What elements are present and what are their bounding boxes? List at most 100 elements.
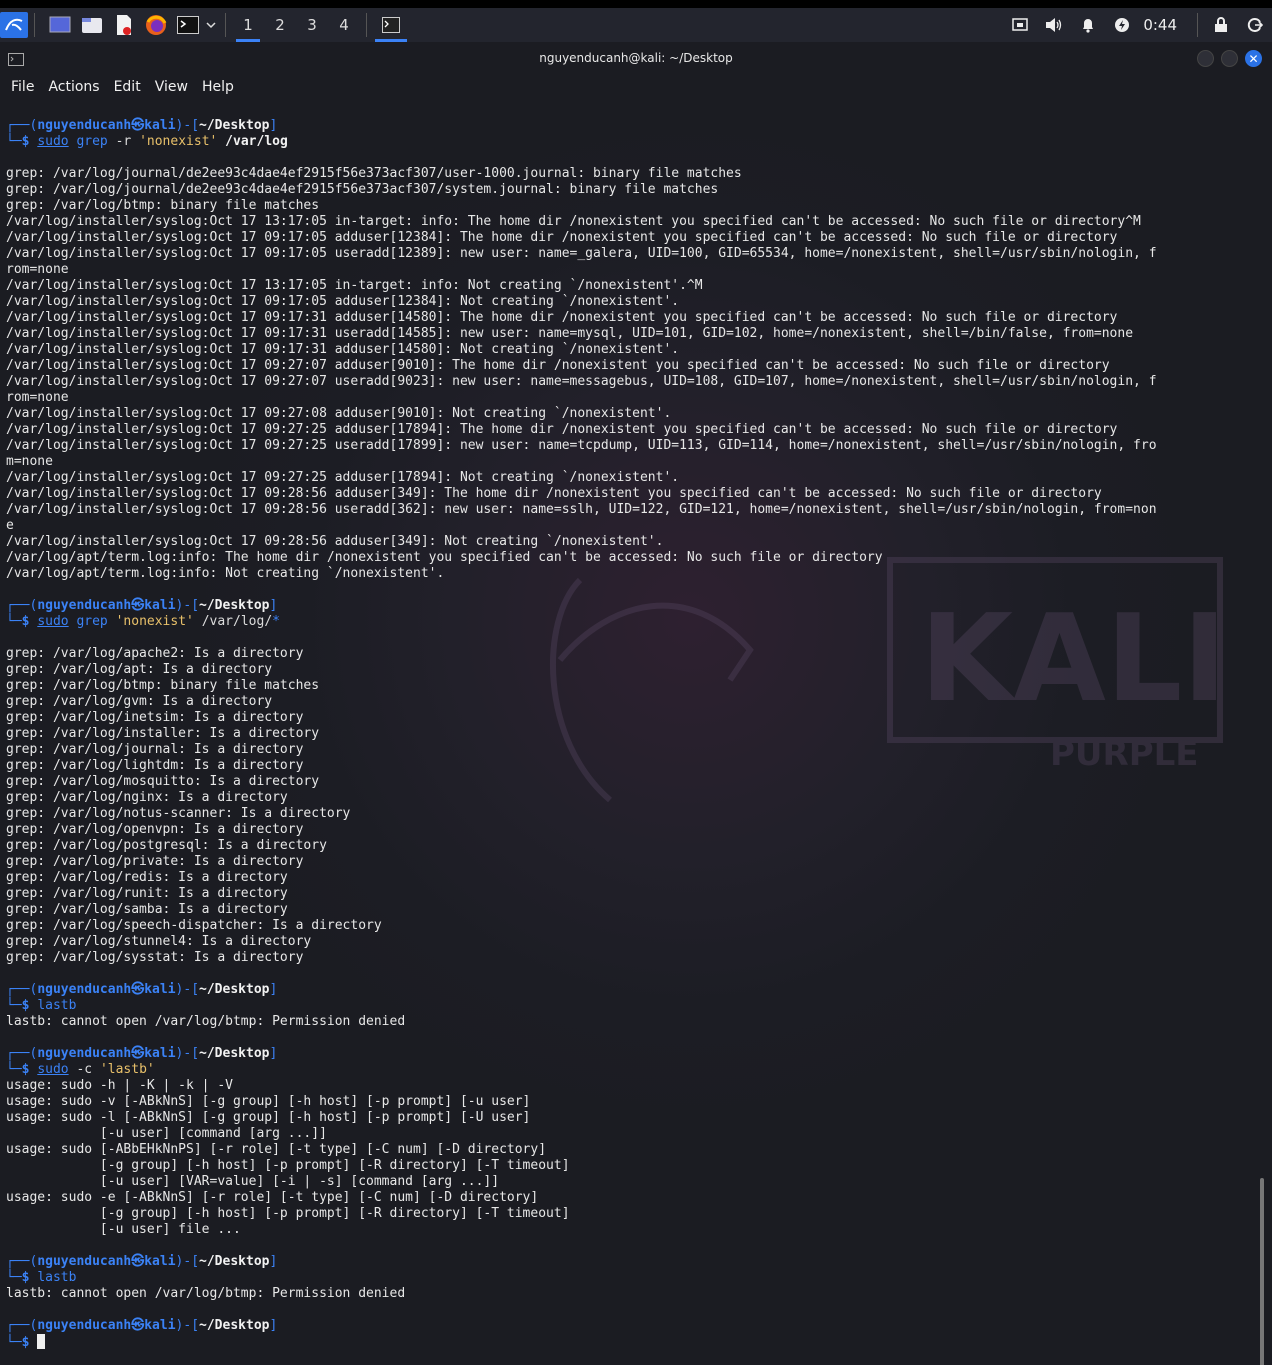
- workspace-1[interactable]: 1: [232, 8, 264, 42]
- firefox-icon[interactable]: [143, 12, 169, 38]
- output-line: /var/log/installer/syslog:Oct 17 09:27:0…: [6, 406, 672, 421]
- prompt-frame: ┌──(: [6, 118, 38, 133]
- menu-view[interactable]: View: [148, 79, 195, 95]
- prompt-frame: ]: [269, 118, 278, 133]
- output-line: usage: sudo -h | -K | -k | -V: [6, 1078, 233, 1093]
- output-line: grep: /var/log/journal/de2ee93c4dae4ef29…: [6, 166, 742, 181]
- output-line: grep: /var/log/sysstat: Is a directory: [6, 950, 304, 965]
- maximize-button[interactable]: [1221, 50, 1238, 67]
- taskbar-terminal[interactable]: [373, 8, 409, 42]
- window-titlebar[interactable]: nguyenducanh@kali: ~/Desktop ✕: [0, 42, 1272, 74]
- clock[interactable]: 0:44: [1143, 16, 1177, 34]
- output-line: [-g group] [-h host] [-p prompt] [-R dir…: [6, 1158, 570, 1173]
- chevron-down-icon[interactable]: [203, 12, 219, 38]
- output-line: rom=none: [6, 390, 69, 405]
- prompt-user-host: nguyenducanh㉿kali: [37, 1046, 176, 1061]
- prompt-frame: )-[: [175, 1046, 200, 1061]
- command-name: lastb: [37, 998, 77, 1013]
- output-line: /var/log/installer/syslog:Oct 17 09:27:2…: [6, 470, 680, 485]
- output-line: m=none: [6, 454, 53, 469]
- prompt-user-host: nguyenducanh㉿kali: [37, 598, 176, 613]
- prompt-frame: └─: [6, 1335, 22, 1350]
- prompt-frame: )-[: [175, 1254, 200, 1269]
- lock-icon[interactable]: [1204, 17, 1238, 33]
- prompt-line: ┌──(nguyenducanh㉿kali)-[~/Desktop]: [6, 118, 1186, 134]
- prompt-frame: ]: [269, 1046, 278, 1061]
- scrollbar[interactable]: [1260, 1178, 1264, 1365]
- panel-separator: [1197, 13, 1198, 37]
- minimize-button[interactable]: [1197, 50, 1214, 67]
- prompt-line: ┌──(nguyenducanh㉿kali)-[~/Desktop]: [6, 598, 1186, 614]
- logout-icon[interactable]: [1238, 17, 1272, 33]
- menu-file[interactable]: File: [4, 79, 41, 95]
- close-button[interactable]: ✕: [1245, 50, 1262, 67]
- output-line: rom=none: [6, 262, 69, 277]
- menu-actions[interactable]: Actions: [41, 79, 106, 95]
- command-name: sudo: [37, 134, 69, 149]
- terminal-area[interactable]: KALI PURPLE ┌──(nguyenducanh㉿kali)-[~/De…: [0, 100, 1272, 1365]
- output-line: /var/log/apt/term.log:info: Not creating…: [6, 566, 445, 581]
- panel-separator: [366, 13, 367, 37]
- power-icon[interactable]: [1105, 17, 1139, 33]
- prompt-user-host: nguyenducanh㉿kali: [37, 1254, 176, 1269]
- desktop-icon[interactable]: [47, 12, 73, 38]
- prompt-dollar: $: [21, 1270, 38, 1285]
- prompt-frame: └─: [6, 134, 22, 149]
- prompt-dollar: $: [21, 614, 38, 629]
- prompt-dollar: $: [21, 1335, 38, 1350]
- output-line: grep: /var/log/installer: Is a directory: [6, 726, 320, 741]
- kali-menu-icon[interactable]: [0, 12, 28, 38]
- output-line: grep: /var/log/inetsim: Is a directory: [6, 710, 304, 725]
- network-icon[interactable]: [1003, 18, 1037, 32]
- command-name: lastb: [37, 1270, 77, 1285]
- output-line: /var/log/installer/syslog:Oct 17 09:17:3…: [6, 326, 1134, 341]
- prompt-directory: ~/Desktop: [199, 1318, 270, 1333]
- prompt-dollar: $: [21, 134, 38, 149]
- prompt-frame: └─: [6, 614, 22, 629]
- top-panel: 1 2 3 4 0:44: [0, 0, 1272, 42]
- prompt-user-host: nguyenducanh㉿kali: [37, 982, 176, 997]
- command-line: └─$ sudo grep -r 'nonexist' /var/log: [6, 134, 1186, 150]
- panel-separator: [225, 13, 226, 37]
- workspace-4[interactable]: 4: [328, 8, 360, 42]
- file-manager-icon[interactable]: [79, 12, 105, 38]
- menu-help[interactable]: Help: [195, 79, 241, 95]
- text-cursor: [37, 1334, 46, 1349]
- panel-separator: [34, 13, 35, 37]
- command-name: grep: [76, 134, 108, 149]
- text-editor-icon[interactable]: [111, 12, 137, 38]
- output-line: [-u user] [VAR=value] [-i | -s] [command…: [6, 1174, 500, 1189]
- volume-icon[interactable]: [1037, 17, 1071, 33]
- output-line: grep: /var/log/notus-scanner: Is a direc…: [6, 806, 351, 821]
- prompt-frame: ]: [269, 1254, 278, 1269]
- output-line: /var/log/installer/syslog:Oct 17 09:17:3…: [6, 310, 1118, 325]
- output-line: grep: /var/log/speech-dispatcher: Is a d…: [6, 918, 382, 933]
- menu-edit[interactable]: Edit: [107, 79, 148, 95]
- output-line: grep: /var/log/gvm: Is a directory: [6, 694, 273, 709]
- output-line: grep: /var/log/redis: Is a directory: [6, 870, 288, 885]
- bell-icon[interactable]: [1071, 17, 1105, 33]
- prompt-frame: ]: [269, 1318, 278, 1333]
- prompt-frame: ┌──(: [6, 1046, 38, 1061]
- terminal-icon[interactable]: [175, 12, 201, 38]
- prompt-directory: ~/Desktop: [199, 982, 270, 997]
- output-line: [-g group] [-h host] [-p prompt] [-R dir…: [6, 1206, 570, 1221]
- prompt-dollar: $: [21, 998, 38, 1013]
- prompt-frame: )-[: [175, 982, 200, 997]
- output-line: /var/log/installer/syslog:Oct 17 13:17:0…: [6, 278, 703, 293]
- output-line: grep: /var/log/stunnel4: Is a directory: [6, 934, 312, 949]
- workspace-3[interactable]: 3: [296, 8, 328, 42]
- output-line: /var/log/installer/syslog:Oct 17 09:28:5…: [6, 502, 1157, 517]
- command-argument: 'nonexist': [115, 614, 194, 629]
- output-line: grep: /var/log/lightdm: Is a directory: [6, 758, 304, 773]
- output-line: /var/log/installer/syslog:Oct 17 13:17:0…: [6, 214, 1141, 229]
- workspace-2[interactable]: 2: [264, 8, 296, 42]
- output-line: grep: /var/log/openvpn: Is a directory: [6, 822, 304, 837]
- prompt-dollar: $: [21, 1062, 38, 1077]
- window-title: nguyenducanh@kali: ~/Desktop: [539, 51, 733, 65]
- prompt-directory: ~/Desktop: [199, 118, 270, 133]
